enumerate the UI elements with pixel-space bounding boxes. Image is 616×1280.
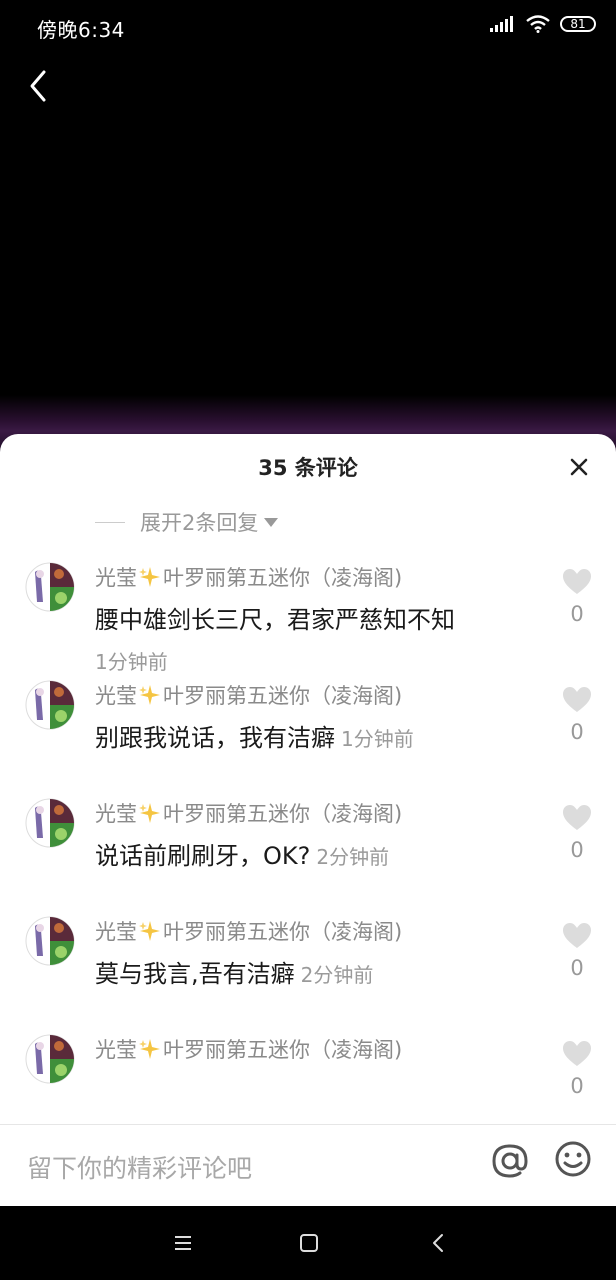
like-count: 0: [570, 602, 584, 626]
author-name: 光莹: [95, 566, 137, 590]
menu-icon[interactable]: [172, 1232, 194, 1254]
avatar[interactable]: [25, 798, 75, 848]
battery-indicator: 81: [560, 16, 596, 32]
wifi-icon: [526, 15, 550, 33]
status-icons: 81: [490, 15, 596, 33]
author-name: 光莹: [95, 920, 137, 944]
status-time: 傍晚6:34: [37, 18, 125, 42]
divider-line: [95, 521, 125, 523]
list-item[interactable]: 光莹 叶罗丽第五迷你（凌海阁) 0: [0, 1030, 616, 1124]
heart-icon: [562, 923, 592, 954]
comment-time: 1分钟前: [95, 650, 168, 674]
author-name: 光莹: [95, 802, 137, 826]
like-button[interactable]: 0: [560, 1040, 594, 1098]
comment-content: 别跟我说话，我有洁癖: [95, 724, 335, 752]
author-suffix: 叶罗丽第五迷你（凌海阁): [163, 566, 403, 590]
at-icon[interactable]: [490, 1141, 530, 1181]
like-button[interactable]: 0: [560, 804, 594, 862]
comment-content: 说话前刷刷牙，OK?: [95, 842, 311, 870]
comment-sheet: 35 条评论 展开2条回复 光莹 叶罗丽第五迷你（凌海阁) 腰中雄剑长三尺，君家…: [0, 434, 616, 1206]
author-suffix: 叶罗丽第五迷你（凌海阁): [163, 1038, 403, 1062]
like-count: 0: [570, 838, 584, 862]
comment-input[interactable]: 留下你的精彩评论吧: [27, 1149, 252, 1185]
caret-down-icon: [264, 517, 279, 527]
list-item[interactable]: 光莹 叶罗丽第五迷你（凌海阁) 腰中雄剑长三尺，君家严慈知不知 1分钟前 0: [0, 558, 616, 676]
sparkle-icon: [139, 803, 160, 823]
sparkle-icon: [139, 921, 160, 941]
sparkle-icon: [139, 685, 160, 705]
emoji-icon[interactable]: [553, 1139, 593, 1179]
home-square-icon[interactable]: [298, 1232, 320, 1254]
comment-time: 2分钟前: [316, 845, 390, 869]
comment-content: 莫与我言,吾有洁癖: [95, 960, 295, 988]
status-bar: 傍晚6:34 81: [0, 0, 616, 54]
author-name: 光莹: [95, 1038, 137, 1062]
list-item[interactable]: 光莹 叶罗丽第五迷你（凌海阁) 别跟我说话，我有洁癖 1分钟前 0: [0, 676, 616, 794]
comment-time: 1分钟前: [341, 727, 414, 751]
avatar[interactable]: [25, 916, 75, 966]
sparkle-icon: [139, 1039, 160, 1059]
comment-count-title: 35 条评论: [258, 456, 358, 480]
comment-author[interactable]: 光莹 叶罗丽第五迷你（凌海阁): [95, 798, 402, 828]
comment-list: 光莹 叶罗丽第五迷你（凌海阁) 腰中雄剑长三尺，君家严慈知不知 1分钟前 0 光…: [0, 558, 616, 1124]
like-button[interactable]: 0: [560, 568, 594, 626]
list-item[interactable]: 光莹 叶罗丽第五迷你（凌海阁) 莫与我言,吾有洁癖 2分钟前 0: [0, 912, 616, 1030]
comment-text: 别跟我说话，我有洁癖 1分钟前: [95, 718, 414, 753]
system-nav-bar: [0, 1206, 616, 1280]
author-suffix: 叶罗丽第五迷你（凌海阁): [163, 802, 403, 826]
avatar[interactable]: [25, 562, 75, 612]
comment-author[interactable]: 光莹 叶罗丽第五迷你（凌海阁): [95, 562, 402, 592]
comment-author[interactable]: 光莹 叶罗丽第五迷你（凌海阁): [95, 916, 402, 946]
signal-icon: [490, 16, 513, 32]
comment-time: 2分钟前: [300, 963, 374, 987]
avatar[interactable]: [25, 1034, 75, 1084]
author-suffix: 叶罗丽第五迷你（凌海阁): [163, 684, 403, 708]
heart-icon: [562, 805, 592, 836]
heart-icon: [562, 1041, 592, 1072]
nav-back-icon[interactable]: [428, 1232, 450, 1254]
list-item[interactable]: 光莹 叶罗丽第五迷你（凌海阁) 说话前刷刷牙，OK? 2分钟前 0: [0, 794, 616, 912]
comment-text: 腰中雄剑长三尺，君家严慈知不知: [95, 606, 455, 634]
battery-level: 81: [570, 17, 586, 31]
like-button[interactable]: 0: [560, 686, 594, 744]
comment-text: 说话前刷刷牙，OK? 2分钟前: [95, 836, 389, 871]
comment-author[interactable]: 光莹 叶罗丽第五迷你（凌海阁): [95, 1034, 402, 1064]
close-icon[interactable]: [566, 454, 592, 480]
sparkle-icon: [139, 567, 160, 587]
comment-input-bar: 留下你的精彩评论吧: [0, 1124, 616, 1206]
expand-replies-label: 展开2条回复: [140, 511, 259, 535]
comment-text: [95, 1072, 101, 1100]
author-name: 光莹: [95, 684, 137, 708]
heart-icon: [562, 569, 592, 600]
comment-text: 莫与我言,吾有洁癖 2分钟前: [95, 954, 373, 989]
like-button[interactable]: 0: [560, 922, 594, 980]
avatar[interactable]: [25, 680, 75, 730]
comment-author[interactable]: 光莹 叶罗丽第五迷你（凌海阁): [95, 680, 402, 710]
like-count: 0: [570, 1074, 584, 1098]
heart-icon: [562, 687, 592, 718]
like-count: 0: [570, 956, 584, 980]
chevron-left-icon[interactable]: [24, 66, 54, 106]
expand-replies[interactable]: 展开2条回复: [95, 507, 279, 537]
like-count: 0: [570, 720, 584, 744]
author-suffix: 叶罗丽第五迷你（凌海阁): [163, 920, 403, 944]
